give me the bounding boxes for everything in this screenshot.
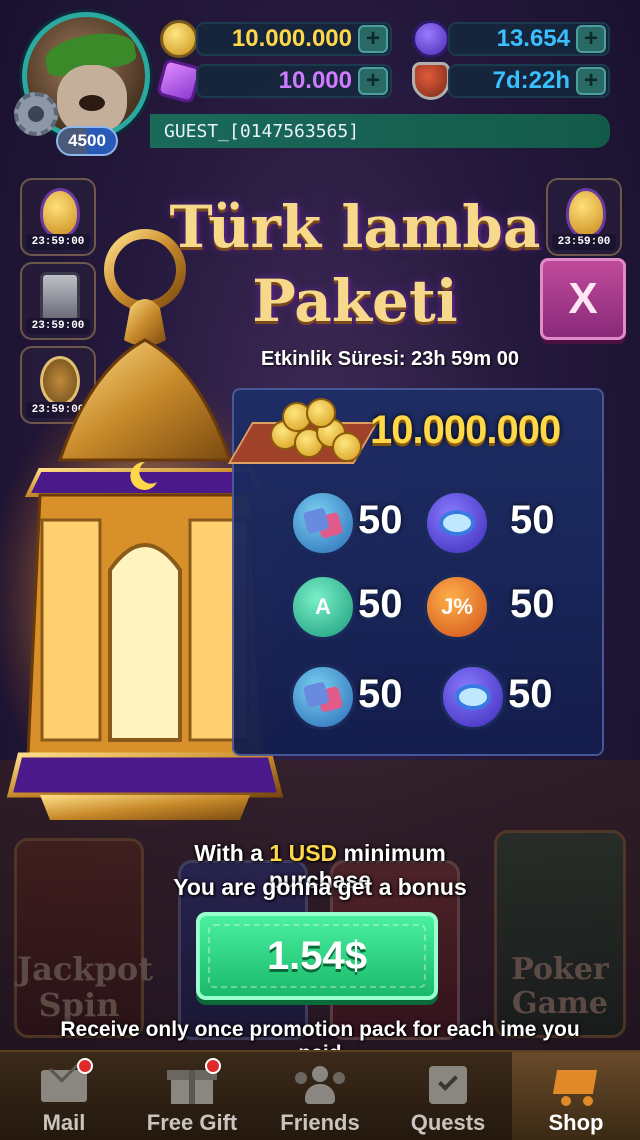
- shield-timer-value: 7d:22h: [492, 67, 570, 94]
- card-swap-icon: [290, 664, 356, 730]
- coin-pile-icon: [227, 398, 379, 468]
- lamp-window-left: [40, 518, 102, 742]
- nav-label: Free Gift: [146, 1110, 238, 1135]
- offer-title-line2: Paketi: [252, 267, 458, 335]
- level-badge: 4500: [56, 126, 118, 156]
- close-button[interactable]: X: [540, 258, 626, 340]
- notification-dot: [77, 1058, 93, 1074]
- shield-icon: [412, 62, 450, 100]
- event-duration: Etkinlik Süresi: 23h 59m 00: [261, 348, 519, 370]
- reward-qty: 50: [358, 498, 403, 542]
- offer-title-line1: Türk lamba: [169, 193, 541, 261]
- eye-gear-icon: [440, 664, 506, 730]
- chips-counter: 10.000.000 +: [196, 22, 392, 56]
- avatar-face: [57, 65, 127, 135]
- nav-quests[interactable]: Quests: [384, 1052, 512, 1140]
- reward-item: 50: [290, 664, 414, 730]
- coins-reward-row: 10.000.000: [227, 392, 596, 472]
- settings-gear-icon[interactable]: [14, 92, 58, 136]
- jackpot-percent-icon: J%: [424, 574, 490, 640]
- eye-gear-icon: [424, 490, 490, 556]
- card-swap-icon: [290, 490, 356, 556]
- reward-item: 50: [440, 664, 564, 730]
- notification-dot: [205, 1058, 221, 1074]
- add-energy-button[interactable]: +: [576, 25, 606, 53]
- reward-item: 50: [290, 490, 414, 556]
- golden-egg-icon: [566, 188, 606, 238]
- friends-icon: [293, 1062, 347, 1106]
- energy-counter: 13.654 +: [448, 22, 610, 56]
- nav-label: Friends: [280, 1110, 360, 1135]
- price-label: 1.54$: [266, 933, 368, 978]
- lamp-base: [6, 752, 284, 798]
- reward-item: J% 50: [424, 574, 555, 640]
- bonus-line-2: You are gonna get a bonus: [173, 874, 467, 900]
- coin-reward-amount: 10.000.000: [370, 408, 561, 452]
- reward-item: A 50: [290, 574, 414, 640]
- add-shield-button[interactable]: +: [576, 67, 606, 95]
- bonus-amount: 1 USD: [269, 840, 338, 866]
- top-hud: 4500 10.000.000 + 13.654 + 10.000 + 7d:2…: [0, 0, 640, 160]
- nav-label: Mail: [42, 1110, 86, 1135]
- username: GUEST_[0147563565]: [164, 120, 360, 142]
- mail-icon: [37, 1048, 93, 1106]
- reward-qty: 50: [510, 498, 555, 542]
- reward-item: 50: [424, 490, 555, 556]
- reward-qty: 50: [510, 582, 555, 626]
- gift-icon: [165, 1058, 221, 1106]
- lamp-window-center: [108, 543, 182, 742]
- gems-value: 10.000: [278, 67, 352, 94]
- side-event-timer: 23:59:00: [552, 234, 616, 250]
- side-event-right-1[interactable]: 23:59:00: [546, 178, 622, 256]
- nav-label: Quests: [410, 1110, 486, 1135]
- add-chips-button[interactable]: +: [358, 25, 388, 53]
- nav-label: Shop: [548, 1110, 604, 1135]
- buy-button[interactable]: 1.54$: [196, 912, 438, 1000]
- energy-value: 13.654: [496, 25, 570, 52]
- nav-friends[interactable]: Friends: [256, 1052, 384, 1140]
- shield-timer-counter: 7d:22h +: [448, 64, 610, 98]
- close-label: X: [568, 274, 598, 323]
- lamp-foot: [40, 795, 250, 820]
- energy-bolt-icon: [412, 20, 450, 58]
- nav-shop[interactable]: Shop: [512, 1052, 640, 1140]
- add-gems-button[interactable]: +: [358, 67, 388, 95]
- lamp-dome: [57, 338, 233, 462]
- level-value: 4500: [68, 131, 106, 150]
- bottom-nav: Mail Free Gift Friends Quests Shop: [0, 1048, 640, 1140]
- shopping-cart-icon: [549, 1062, 603, 1106]
- auto-play-icon: A: [290, 574, 356, 640]
- chip-coin-icon: [160, 20, 198, 58]
- username-bar: GUEST_[0147563565]: [150, 114, 610, 148]
- gems-counter: 10.000 +: [196, 64, 392, 98]
- checklist-icon: [421, 1062, 475, 1106]
- chips-value: 10.000.000: [231, 25, 352, 52]
- reward-qty: 50: [358, 582, 403, 626]
- nav-mail[interactable]: Mail: [0, 1048, 128, 1140]
- offer-title: Türk lamba Paketi: [160, 190, 550, 338]
- reward-qty: 50: [358, 672, 403, 716]
- nav-free-gift[interactable]: Free Gift: [128, 1052, 256, 1140]
- reward-qty: 50: [508, 672, 553, 716]
